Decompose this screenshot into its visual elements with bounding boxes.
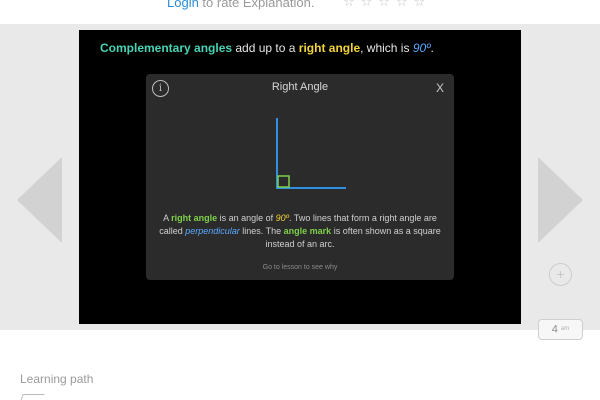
definition-card: i Right Angle X A right angle is an angl… bbox=[146, 74, 454, 280]
headline-term-complementary: Complementary angles bbox=[100, 41, 233, 55]
term-angle-mark: angle mark bbox=[283, 226, 332, 236]
rating-prompt: Login to rate Explanation. bbox=[167, 0, 314, 10]
step-counter-unit: am bbox=[560, 326, 570, 332]
step-counter-button[interactable]: 4 am bbox=[538, 319, 583, 340]
card-description: A right angle is an angle of 90º. Two li… bbox=[158, 212, 442, 251]
term-90-degrees: 90º bbox=[275, 213, 289, 223]
card-title: Right Angle bbox=[271, 81, 329, 93]
star-rating[interactable]: ☆☆☆☆☆ bbox=[343, 0, 431, 10]
step-counter-value: 4 bbox=[551, 323, 558, 336]
add-button[interactable]: + bbox=[549, 263, 572, 286]
previous-arrow-button[interactable] bbox=[17, 157, 62, 243]
close-icon[interactable]: X bbox=[436, 81, 444, 95]
headline-degrees: 90º bbox=[412, 41, 431, 55]
rating-prompt-text: to rate Explanation. bbox=[198, 0, 315, 10]
top-bar: Login to rate Explanation. ☆☆☆☆☆ bbox=[0, 0, 600, 24]
go-to-lesson-link[interactable]: Go to lesson to see why bbox=[146, 264, 454, 271]
learning-path-heading: Learning path bbox=[20, 372, 94, 386]
headline-term-right-angle: right angle bbox=[298, 41, 361, 55]
explanation-headline: Complementary angles add up to a right a… bbox=[100, 41, 434, 55]
term-right-angle: right angle bbox=[171, 213, 218, 223]
desc-text: A bbox=[163, 213, 172, 223]
desc-text: is an angle of bbox=[217, 213, 276, 223]
explanation-player: Complementary angles add up to a right a… bbox=[79, 30, 521, 324]
headline-text: . bbox=[430, 41, 434, 55]
right-angle-mark bbox=[277, 175, 290, 188]
right-angle-diagram bbox=[276, 118, 346, 189]
term-perpendicular: perpendicular bbox=[185, 226, 240, 236]
path-icon bbox=[19, 394, 45, 400]
headline-text: , which is bbox=[360, 41, 413, 55]
desc-text: lines. The bbox=[239, 226, 284, 236]
login-link[interactable]: Login bbox=[167, 0, 199, 10]
headline-text: add up to a bbox=[232, 41, 299, 55]
next-arrow-button[interactable] bbox=[538, 157, 583, 243]
